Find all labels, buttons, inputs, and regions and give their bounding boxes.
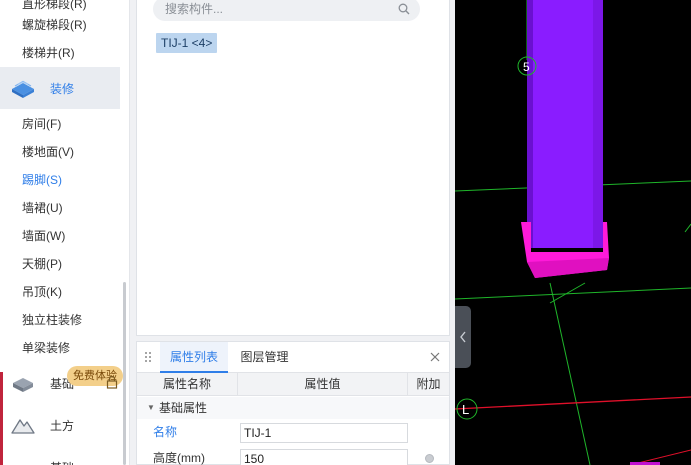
property-name-input[interactable] [240,423,408,443]
caret-down-icon: ▼ [147,403,155,412]
collapse-panel-handle[interactable] [455,306,471,368]
properties-table-header: 属性名称 属性值 附加 [137,373,449,396]
menu-item-beam-finish[interactable]: 单梁装修 [22,338,70,358]
menu-item-spiral-flight[interactable]: 螺旋梯段(R) [22,15,87,35]
property-extra-checkbox[interactable] [425,454,434,463]
earthwork-icon [11,419,35,434]
tab-layer-manager[interactable]: 图层管理 [232,342,297,373]
menu-item-suspended-ceiling[interactable]: 吊顶(K) [22,282,62,302]
axis-line-red [455,396,691,410]
other-category-icon [10,456,36,465]
menu-item-column-finish[interactable]: 独立柱装修 [22,310,82,330]
menu-item-straight-flight[interactable]: 直形梯段(R) [22,0,87,14]
column-edge [527,0,533,248]
menu-item-ceiling[interactable]: 天棚(P) [22,254,62,274]
foundation-icon [13,378,33,392]
menu-item-floor[interactable]: 楼地面(V) [22,142,74,162]
decoration-icon [12,80,34,98]
grid-line [684,223,691,233]
property-group-basic[interactable]: ▼ 基础属性 [137,397,449,419]
tab-property-list[interactable]: 属性列表 [160,342,228,373]
component-item-tij-1[interactable]: TIJ-1 <4> [156,33,218,53]
left-panel-scrollbar[interactable] [123,282,126,465]
3d-scene[interactable]: 5 L [455,0,691,465]
property-group-label: 基础属性 [159,401,208,415]
close-icon[interactable] [429,351,441,363]
menu-item-wainscot[interactable]: 墙裙(U) [22,198,63,218]
menu-item-skirting[interactable]: 踢脚(S) [22,170,62,190]
chevron-left-icon [460,331,466,343]
column-header-extra: 附加 [416,377,441,391]
category-other[interactable]: 基础 [0,446,120,465]
properties-tabs: 属性列表 图层管理 [137,342,449,373]
property-name-label[interactable]: 名称 [153,420,177,445]
menu-item-room[interactable]: 房间(F) [22,114,61,134]
menu-item-wall-surface[interactable]: 墙面(W) [22,226,65,246]
properties-panel: 属性列表 图层管理 属性名称 属性值 附加 ▼ 基础属性 名称 高度(mm) [136,341,450,465]
axis-label: L [462,402,469,417]
property-row-name: 名称 [137,420,449,445]
column-header-name: 属性名称 [137,373,238,396]
menu-item-stairwell[interactable]: 楼梯井(R) [22,43,75,63]
category-decoration[interactable]: 装修 [0,67,120,109]
property-height-label: 高度(mm) [153,451,205,465]
category-earthwork[interactable]: 土方 [0,404,120,446]
property-height-input[interactable] [240,449,408,465]
component-search-input[interactable] [165,0,395,18]
grid-line [549,282,591,465]
category-panel: 直形梯段(R) 螺旋梯段(R) 楼梯井(R) 装修 房间(F) 楼地面(V) 踢… [0,0,130,465]
component-list: TIJ-1 <4> [136,0,450,336]
3d-viewport[interactable]: 5 L [455,0,691,465]
property-row-height: 高度(mm) [137,446,449,465]
component-panel: TIJ-1 <4> 属性列表 图层管理 属性名称 属性值 附加 ▼ 基础属性 [130,0,455,465]
drag-handle-icon[interactable] [144,351,152,365]
active-module-marker [0,372,3,465]
column-body[interactable] [527,0,603,248]
category-earthwork-label: 土方 [50,419,75,433]
category-other-label: 基础 [50,459,74,465]
category-decoration-label: 装修 [50,82,75,96]
component-search [153,0,420,21]
lock-icon [106,375,118,389]
search-icon[interactable] [398,3,410,15]
column-header-value: 属性值 [238,373,408,396]
column-side [593,0,603,248]
axis-label: 5 [523,60,530,74]
